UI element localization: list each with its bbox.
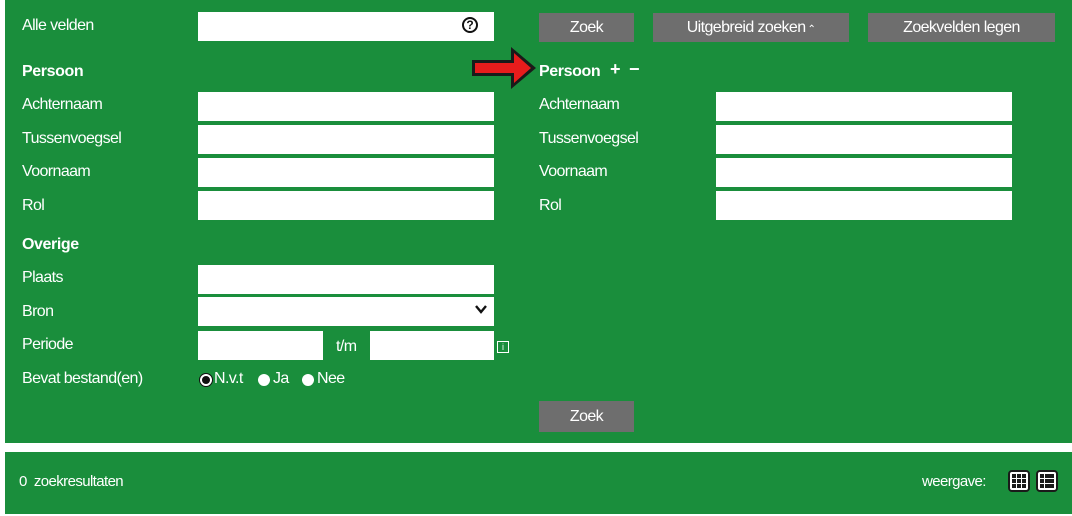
all-fields-label: Alle velden	[22, 17, 94, 34]
grid-view-icon[interactable]	[1008, 470, 1030, 492]
infix-label-left: Tussenvoegsel	[22, 130, 122, 147]
search-button-label: Zoek	[569, 18, 604, 36]
role-input-left[interactable]	[198, 191, 494, 220]
period-label: Periode	[22, 336, 74, 353]
advanced-search-button[interactable]: Uitgebreid zoeken ⌃	[653, 13, 849, 42]
infix-input-right[interactable]	[716, 125, 1012, 154]
radio-nvt[interactable]	[200, 374, 212, 386]
role-input-right[interactable]	[716, 191, 1012, 220]
firstname-label-left: Voornaam	[22, 163, 91, 180]
lastname-input-right[interactable]	[716, 92, 1012, 121]
role-label-right: Rol	[539, 197, 562, 214]
radio-nee[interactable]	[302, 374, 314, 386]
firstname-input-right[interactable]	[716, 158, 1012, 187]
place-label: Plaats	[22, 269, 63, 286]
infix-input-left[interactable]	[198, 125, 494, 154]
chevron-up-icon: ⌃	[807, 24, 816, 35]
period-from-input[interactable]	[198, 331, 323, 360]
other-heading: Overige	[22, 236, 79, 253]
advanced-search-label: Uitgebreid zoeken	[686, 18, 806, 36]
add-person-icon[interactable]: +	[610, 59, 621, 79]
radio-ja-label: Ja	[273, 370, 289, 387]
radio-ja[interactable]	[258, 374, 270, 386]
place-input[interactable]	[198, 265, 494, 294]
files-label: Bevat bestand(en)	[22, 370, 143, 387]
result-count-number: 0	[19, 473, 27, 490]
info-icon[interactable]: i	[497, 341, 509, 353]
all-fields-input[interactable]	[198, 12, 494, 41]
lastname-input-left[interactable]	[198, 92, 494, 121]
result-count-label: zoekresultaten	[33, 473, 124, 490]
firstname-label-right: Voornaam	[539, 163, 608, 180]
radio-nee-label: Nee	[317, 370, 345, 387]
view-label: weergave:	[922, 473, 986, 490]
period-to-input[interactable]	[370, 331, 494, 360]
help-icon[interactable]: ?	[462, 17, 478, 33]
radio-nvt-label: N.v.t	[214, 370, 243, 387]
role-label-left: Rol	[22, 197, 45, 214]
source-label: Bron	[22, 303, 54, 320]
search-button[interactable]: Zoek	[539, 13, 634, 42]
clear-fields-button[interactable]: Zoekvelden legen	[868, 13, 1055, 42]
bottom-search-label: Zoek	[569, 407, 604, 425]
results-bar	[5, 452, 1072, 514]
clear-fields-label: Zoekvelden legen	[903, 18, 1020, 36]
red-arrow-icon	[472, 47, 536, 89]
person-heading-right: Persoon	[539, 63, 601, 80]
result-count: 0 zoekresultaten	[19, 472, 124, 492]
chevron-down-icon[interactable]	[474, 302, 488, 316]
source-select[interactable]	[198, 297, 494, 326]
list-view-icon[interactable]	[1036, 470, 1058, 492]
remove-person-icon[interactable]: −	[629, 59, 640, 79]
bottom-search-button[interactable]: Zoek	[539, 401, 634, 432]
infix-label-right: Tussenvoegsel	[539, 130, 639, 147]
lastname-label-left: Achternaam	[22, 96, 103, 113]
firstname-input-left[interactable]	[198, 158, 494, 187]
person-heading-left: Persoon	[22, 63, 84, 80]
period-separator: t/m	[336, 338, 357, 355]
lastname-label-right: Achternaam	[539, 96, 620, 113]
